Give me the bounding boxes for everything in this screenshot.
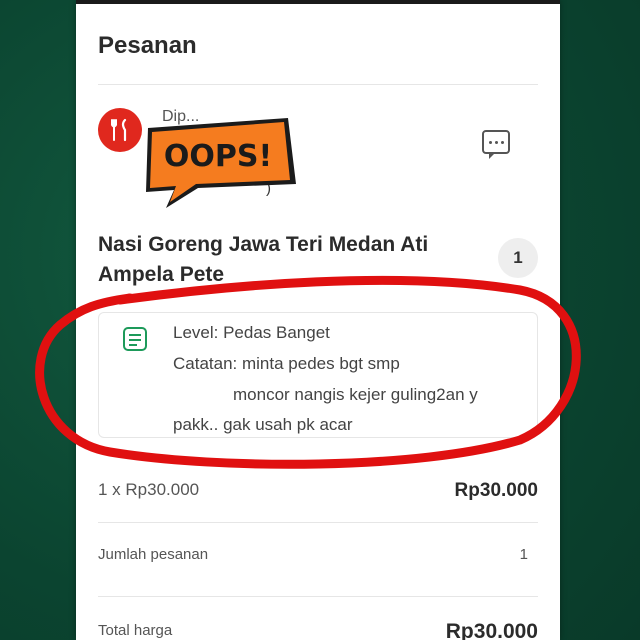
order-panel: Pesanan Dip... ) OOPS! Nasi Goreng Jawa … <box>76 0 560 640</box>
note-line-2: moncor nangis kejer guling2an y <box>233 385 478 404</box>
top-edge <box>76 0 560 4</box>
oops-text: OOPS! <box>164 139 272 174</box>
page-title: Pesanan <box>98 32 197 59</box>
order-count-label: Jumlah pesanan <box>98 546 209 563</box>
order-count-value: 1 <box>519 546 528 563</box>
note-line-3: pakk.. gak usah pk acar <box>173 415 353 434</box>
line-total: Rp30.000 <box>454 480 538 501</box>
unit-price: 1 x Rp30.000 <box>98 480 200 499</box>
utensils-icon <box>98 108 142 152</box>
note-line-1: Catatan: minta pedes bgt smp <box>173 354 400 373</box>
chat-bubble-icon[interactable] <box>482 130 510 159</box>
divider <box>98 596 538 597</box>
total-value: Rp30.000 <box>445 620 538 640</box>
note-level: Level: Pedas Banget <box>173 323 330 342</box>
oops-sticker: OOPS! <box>146 118 296 208</box>
divider <box>98 84 538 85</box>
note-box: Level: Pedas Banget Catatan: minta pedes… <box>98 312 538 438</box>
quantity-badge: 1 <box>498 238 538 278</box>
note-icon <box>123 327 147 351</box>
item-name: Nasi Goreng Jawa Teri Medan Ati Ampela P… <box>98 233 429 286</box>
divider <box>98 522 538 523</box>
total-label: Total harga <box>98 622 173 639</box>
